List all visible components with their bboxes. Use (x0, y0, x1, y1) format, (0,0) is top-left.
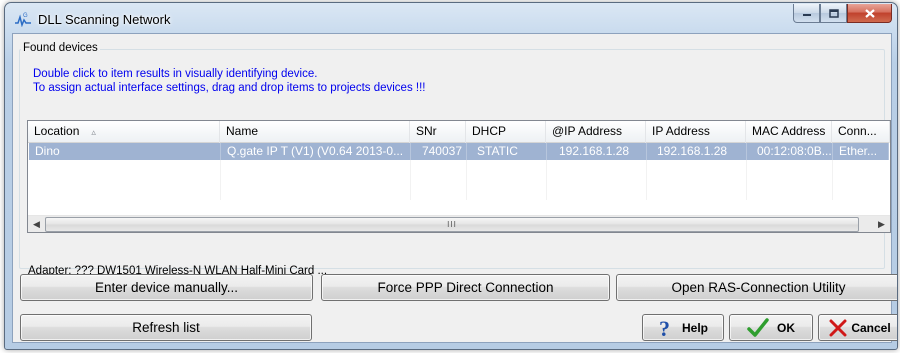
info-text-line2: To assign actual interface settings, dra… (33, 82, 426, 94)
close-icon (864, 8, 875, 18)
checkmark-icon (747, 317, 769, 338)
horizontal-scrollbar[interactable]: ◀ III ▶ (28, 215, 890, 232)
button-label: Help (681, 320, 708, 335)
scroll-right-arrow-icon[interactable]: ▶ (873, 216, 890, 232)
window-title: DLL Scanning Network (38, 12, 171, 27)
network-scan-icon: G (14, 11, 32, 28)
cancel-button[interactable]: Cancel (818, 314, 897, 341)
devices-list[interactable]: Location ▵ Name SNr DHCP @IP Address IP A… (27, 120, 891, 233)
scrollbar-thumb[interactable]: III (45, 217, 859, 232)
sort-arrow-icon: ▵ (91, 127, 96, 137)
caption-buttons (793, 4, 892, 24)
column-header-dhcp[interactable]: DHCP (466, 121, 546, 143)
column-header-snr[interactable]: SNr (410, 121, 466, 143)
column-header-mac[interactable]: MAC Address (746, 121, 832, 143)
button-label: Enter device manually... (94, 280, 239, 295)
cell-name: Q.gate IP T (V1) (V0.64 2013-0... (221, 143, 411, 160)
minimize-button[interactable] (793, 4, 820, 23)
cell-ip: 192.168.1.28 (647, 143, 747, 160)
question-mark-icon: ? (658, 317, 674, 339)
x-mark-icon (829, 319, 847, 337)
column-header-location[interactable]: Location ▵ (28, 121, 220, 143)
help-button[interactable]: ? Help (642, 314, 724, 341)
column-header-ip[interactable]: IP Address (646, 121, 746, 143)
open-ras-button[interactable]: Open RAS-Connection Utility (616, 274, 897, 301)
force-ppp-button[interactable]: Force PPP Direct Connection (321, 274, 610, 301)
svg-text:?: ? (659, 317, 670, 339)
cell-mac: 00:12:08:0B... (747, 143, 833, 160)
button-label: Force PPP Direct Connection (377, 280, 554, 295)
cell-snr: 740037 (411, 143, 467, 160)
list-header: Location ▵ Name SNr DHCP @IP Address IP A… (28, 121, 890, 143)
minimize-icon (802, 14, 811, 16)
enter-device-manually-button[interactable]: Enter device manually... (20, 274, 313, 301)
dll-scanning-window: G DLL Scanning Network Found devices Dou… (4, 2, 898, 350)
svg-text:G: G (23, 13, 28, 19)
close-button[interactable] (847, 4, 892, 23)
ok-button[interactable]: OK (729, 314, 813, 341)
info-text-line1: Double click to item results in visually… (33, 68, 318, 80)
scroll-grip: III (447, 220, 457, 229)
column-header-name[interactable]: Name (220, 121, 410, 143)
cell-location: Dino (29, 143, 221, 160)
scroll-left-arrow-icon[interactable]: ◀ (28, 216, 45, 232)
found-devices-legend: Found devices (21, 42, 100, 54)
maximize-icon (828, 8, 839, 18)
cell-conn: Ether... (833, 143, 889, 160)
column-header-at-ip[interactable]: @IP Address (546, 121, 646, 143)
button-label: OK (777, 320, 795, 335)
table-row[interactable]: Dino Q.gate IP T (V1) (V0.64 2013-0... 7… (29, 143, 889, 160)
cell-at-ip: 192.168.1.28 (547, 143, 647, 160)
column-header-conn[interactable]: Conn... (832, 121, 890, 143)
list-empty-area (29, 160, 889, 200)
button-label: Open RAS-Connection Utility (671, 280, 846, 295)
title-bar[interactable]: G DLL Scanning Network (5, 3, 897, 33)
button-label: Refresh list (132, 320, 200, 335)
maximize-button[interactable] (820, 4, 847, 23)
refresh-list-button[interactable]: Refresh list (20, 314, 312, 341)
button-label: Cancel (851, 320, 891, 335)
cell-dhcp: STATIC (467, 143, 547, 160)
column-label: Location (34, 124, 80, 138)
